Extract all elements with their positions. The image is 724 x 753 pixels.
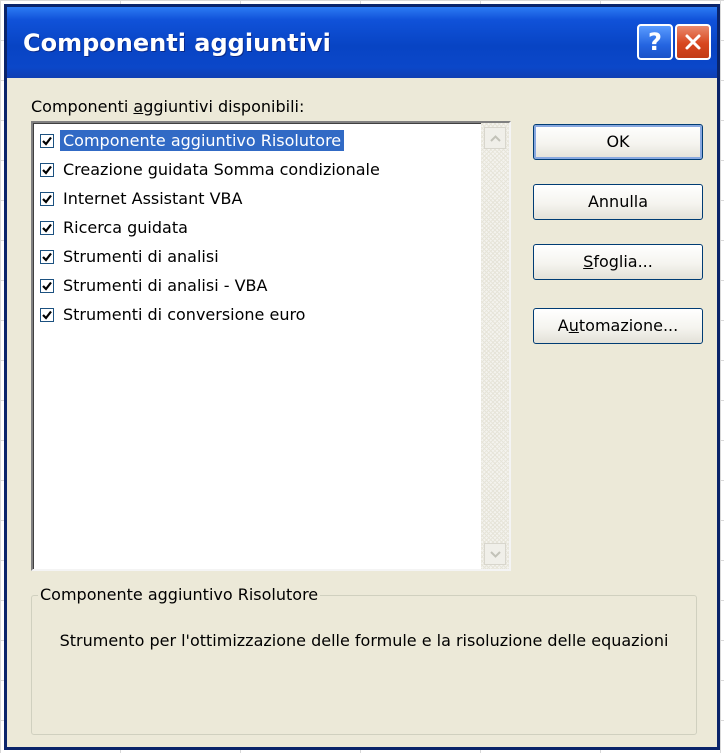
addins-listbox[interactable]: Componente aggiuntivo Risolutore Creazion…	[31, 121, 511, 571]
scroll-up-arrow-icon	[490, 135, 501, 142]
addin-checkbox[interactable]	[40, 307, 54, 322]
checkbox-check-icon	[42, 281, 52, 291]
checkbox-check-icon	[42, 223, 52, 233]
addin-checkbox[interactable]	[40, 133, 54, 148]
scroll-down-button[interactable]	[484, 543, 506, 565]
addin-label: Creazione guidata Somma condizionale	[63, 160, 380, 179]
addin-list-item[interactable]: Creazione guidata Somma condizionale	[36, 155, 480, 184]
title-bar[interactable]: Componenti aggiuntivi ?	[7, 7, 717, 78]
addin-checkbox[interactable]	[40, 249, 54, 264]
addin-label: Strumenti di analisi - VBA	[63, 276, 268, 295]
help-icon: ?	[648, 28, 662, 56]
addin-list-item[interactable]: Strumenti di analisi - VBA	[36, 271, 480, 300]
ok-button[interactable]: OK	[533, 124, 703, 160]
addin-list-item[interactable]: Ricerca guidata	[36, 213, 480, 242]
addin-checkbox[interactable]	[40, 191, 54, 206]
addins-list: Componente aggiuntivo Risolutore Creazion…	[36, 126, 480, 329]
automation-button[interactable]: Automazione...	[533, 308, 703, 344]
addin-checkbox[interactable]	[40, 220, 54, 235]
addin-list-item[interactable]: Componente aggiuntivo Risolutore	[36, 126, 480, 155]
scroll-down-arrow-icon	[490, 551, 501, 558]
checkbox-check-icon	[42, 310, 52, 320]
addin-list-item[interactable]: Strumenti di conversione euro	[36, 300, 480, 329]
addin-label: Componente aggiuntivo Risolutore	[60, 130, 345, 151]
close-button[interactable]	[675, 24, 711, 60]
addin-label: Ricerca guidata	[63, 218, 188, 237]
description-groupbox: Componente aggiuntivo Risolutore Strumen…	[31, 585, 697, 735]
addin-list-item[interactable]: Strumenti di analisi	[36, 242, 480, 271]
scroll-up-button[interactable]	[484, 127, 506, 149]
checkbox-check-icon	[42, 252, 52, 262]
vertical-scrollbar[interactable]	[481, 123, 509, 569]
checkbox-check-icon	[42, 165, 52, 175]
addins-dialog: Componenti aggiuntivi ? Componenti aggiu…	[4, 4, 720, 750]
dialog-title: Componenti aggiuntivi	[23, 29, 331, 57]
addin-label: Strumenti di conversione euro	[63, 305, 306, 324]
close-icon	[685, 34, 701, 50]
browse-button[interactable]: Sfoglia...	[533, 244, 703, 280]
description-title: Componente aggiuntivo Risolutore	[38, 585, 321, 604]
available-addins-label: Componenti aggiuntivi disponibili:	[31, 97, 305, 116]
addin-label: Strumenti di analisi	[63, 247, 219, 266]
checkbox-check-icon	[42, 194, 52, 204]
description-text: Strumento per l'ottimizzazione delle for…	[59, 631, 669, 650]
addin-list-item[interactable]: Internet Assistant VBA	[36, 184, 480, 213]
help-button[interactable]: ?	[637, 24, 673, 60]
addin-checkbox[interactable]	[40, 162, 54, 177]
addin-checkbox[interactable]	[40, 278, 54, 293]
checkbox-check-icon	[42, 136, 52, 146]
addin-label: Internet Assistant VBA	[63, 189, 243, 208]
cancel-button[interactable]: Annulla	[533, 184, 703, 220]
